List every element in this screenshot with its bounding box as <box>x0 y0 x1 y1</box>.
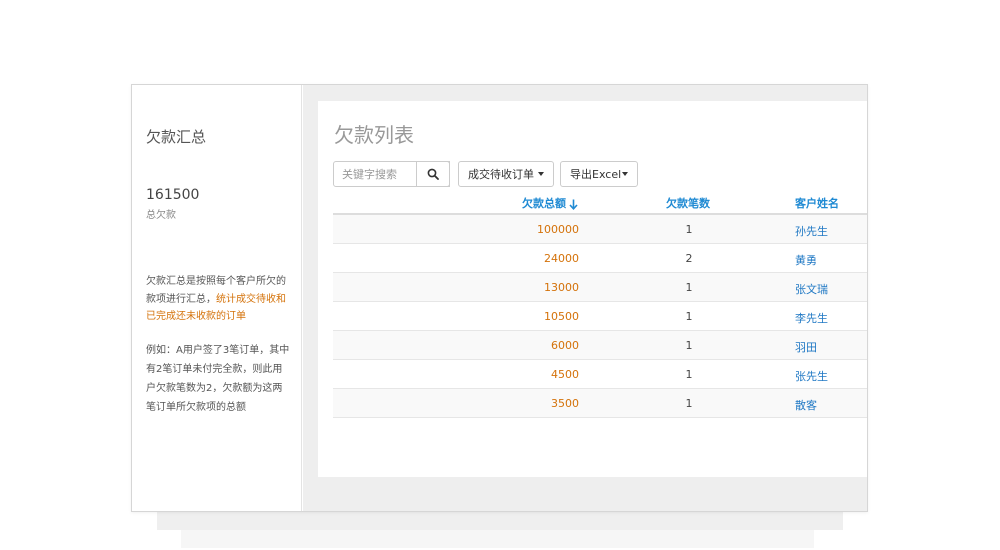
order-filter-dropdown[interactable]: 成交待收订单 <box>458 161 554 187</box>
debt-table: 欠款总额 欠款笔数 客户姓名 100000 1 孙先生 24000 2 黄勇 13000 1 张… <box>333 189 867 418</box>
debt-amount: 6000 <box>551 339 579 352</box>
debt-list-card: 欠款列表 成交待收订单 导出Excel <box>318 101 867 477</box>
app-window: 欠款汇总 161500 总欠款 欠款汇总是按照每个客户所欠的款项进行汇总，统计成… <box>131 84 868 512</box>
table-header: 欠款总额 欠款笔数 客户姓名 <box>333 189 867 215</box>
table-row: 24000 2 黄勇 <box>333 244 867 273</box>
search-button[interactable] <box>416 161 450 187</box>
debt-count: 2 <box>685 252 693 265</box>
debt-count: 1 <box>685 223 693 236</box>
export-excel-label: 导出Excel <box>570 168 622 181</box>
debt-amount: 24000 <box>544 252 579 265</box>
debt-count: 1 <box>685 368 693 381</box>
window-stack-shadow-front <box>157 511 843 530</box>
total-debt-label: 总欠款 <box>146 210 176 221</box>
customer-name-link[interactable]: 羽田 <box>795 339 817 355</box>
debt-amount: 13000 <box>544 281 579 294</box>
summary-example: 例如：A用户签了3笔订单，其中有2笔订单未付完全款，则此用户欠款笔数为2，欠款额… <box>146 345 290 413</box>
column-header-customer[interactable]: 客户姓名 <box>795 195 839 211</box>
debt-count: 1 <box>685 310 693 323</box>
debt-amount: 100000 <box>537 223 579 236</box>
caret-down-icon <box>622 172 629 176</box>
table-row: 6000 1 羽田 <box>333 331 867 360</box>
customer-name-link[interactable]: 张先生 <box>795 368 828 384</box>
sidebar-title: 欠款汇总 <box>146 128 207 146</box>
arrow-down-icon <box>569 199 578 210</box>
column-header-count[interactable]: 欠款笔数 <box>666 195 710 211</box>
column-header-amount-label: 欠款总额 <box>522 197 566 210</box>
summary-description: 欠款汇总是按照每个客户所欠的款项进行汇总，统计成交待收和已完成还未收款的订单 <box>146 273 292 326</box>
table-row: 3500 1 散客 <box>333 389 867 418</box>
total-debt-amount: 161500 <box>146 187 200 203</box>
table-row: 13000 1 张文瑞 <box>333 273 867 302</box>
table-row: 10500 1 李先生 <box>333 302 867 331</box>
summary-sidebar: 欠款汇总 161500 总欠款 欠款汇总是按照每个客户所欠的款项进行汇总，统计成… <box>132 85 302 511</box>
customer-name-link[interactable]: 散客 <box>795 397 817 413</box>
debt-amount: 4500 <box>551 368 579 381</box>
table-body: 100000 1 孙先生 24000 2 黄勇 13000 1 张文瑞 10500 1 李先生 6000… <box>333 215 867 418</box>
customer-name-link[interactable]: 李先生 <box>795 310 828 326</box>
table-row: 4500 1 张先生 <box>333 360 867 389</box>
debt-count: 1 <box>685 397 693 410</box>
customer-name-link[interactable]: 黄勇 <box>795 252 817 268</box>
debt-amount: 3500 <box>551 397 579 410</box>
search-icon <box>427 168 439 180</box>
main-area: 欠款列表 成交待收订单 导出Excel <box>303 85 867 511</box>
export-excel-dropdown[interactable]: 导出Excel <box>560 161 639 187</box>
customer-name-link[interactable]: 孙先生 <box>795 223 828 239</box>
debt-count: 1 <box>685 281 693 294</box>
order-filter-label: 成交待收订单 <box>468 168 534 181</box>
page-title: 欠款列表 <box>334 123 414 147</box>
table-row: 100000 1 孙先生 <box>333 215 867 244</box>
debt-amount: 10500 <box>544 310 579 323</box>
debt-count: 1 <box>685 339 693 352</box>
caret-down-icon <box>538 172 544 176</box>
customer-name-link[interactable]: 张文瑞 <box>795 281 828 297</box>
column-header-amount[interactable]: 欠款总额 <box>522 195 578 211</box>
